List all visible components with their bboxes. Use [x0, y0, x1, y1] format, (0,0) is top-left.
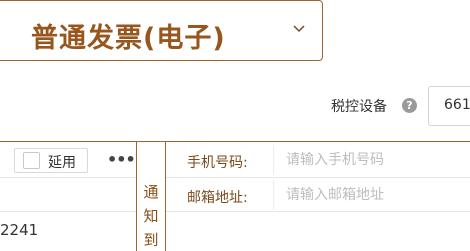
invoice-type-value: 普通发票(电子) [31, 23, 226, 54]
ellipsis-icon[interactable]: ••• [107, 150, 136, 170]
notify-column-left-border [136, 141, 137, 251]
notify-column-right-border [165, 141, 166, 251]
phone-input[interactable] [274, 145, 470, 175]
form-divider [166, 177, 470, 178]
notify-label: 通知到 [143, 183, 159, 249]
email-label: 邮箱地址: [187, 190, 248, 206]
form-divider [166, 211, 470, 212]
extend-checkbox[interactable] [23, 152, 40, 169]
phone-label: 手机号码: [187, 155, 248, 171]
tax-device-value: 661 [444, 97, 470, 113]
table-divider [0, 177, 136, 178]
extend-checkbox-control[interactable]: 延用 [14, 148, 88, 173]
table-top-border [0, 141, 470, 142]
tax-device-field[interactable]: 661 [428, 86, 470, 126]
table-cell-value: 2241 [0, 221, 39, 239]
phone-field[interactable] [273, 145, 470, 175]
chevron-down-icon[interactable] [292, 22, 306, 36]
table-divider [0, 211, 136, 212]
email-input[interactable] [274, 180, 470, 210]
extend-label: 延用 [48, 155, 76, 171]
invoice-screen: 普通发票(电子) 税控设备 ? 661 延用 ••• 2241 通知到 手机号码… [0, 0, 470, 251]
question-icon[interactable]: ? [402, 98, 417, 113]
email-field[interactable] [273, 180, 470, 210]
invoice-type-select[interactable]: 普通发票(电子) [0, 0, 323, 61]
tax-device-label: 税控设备 [331, 99, 387, 115]
